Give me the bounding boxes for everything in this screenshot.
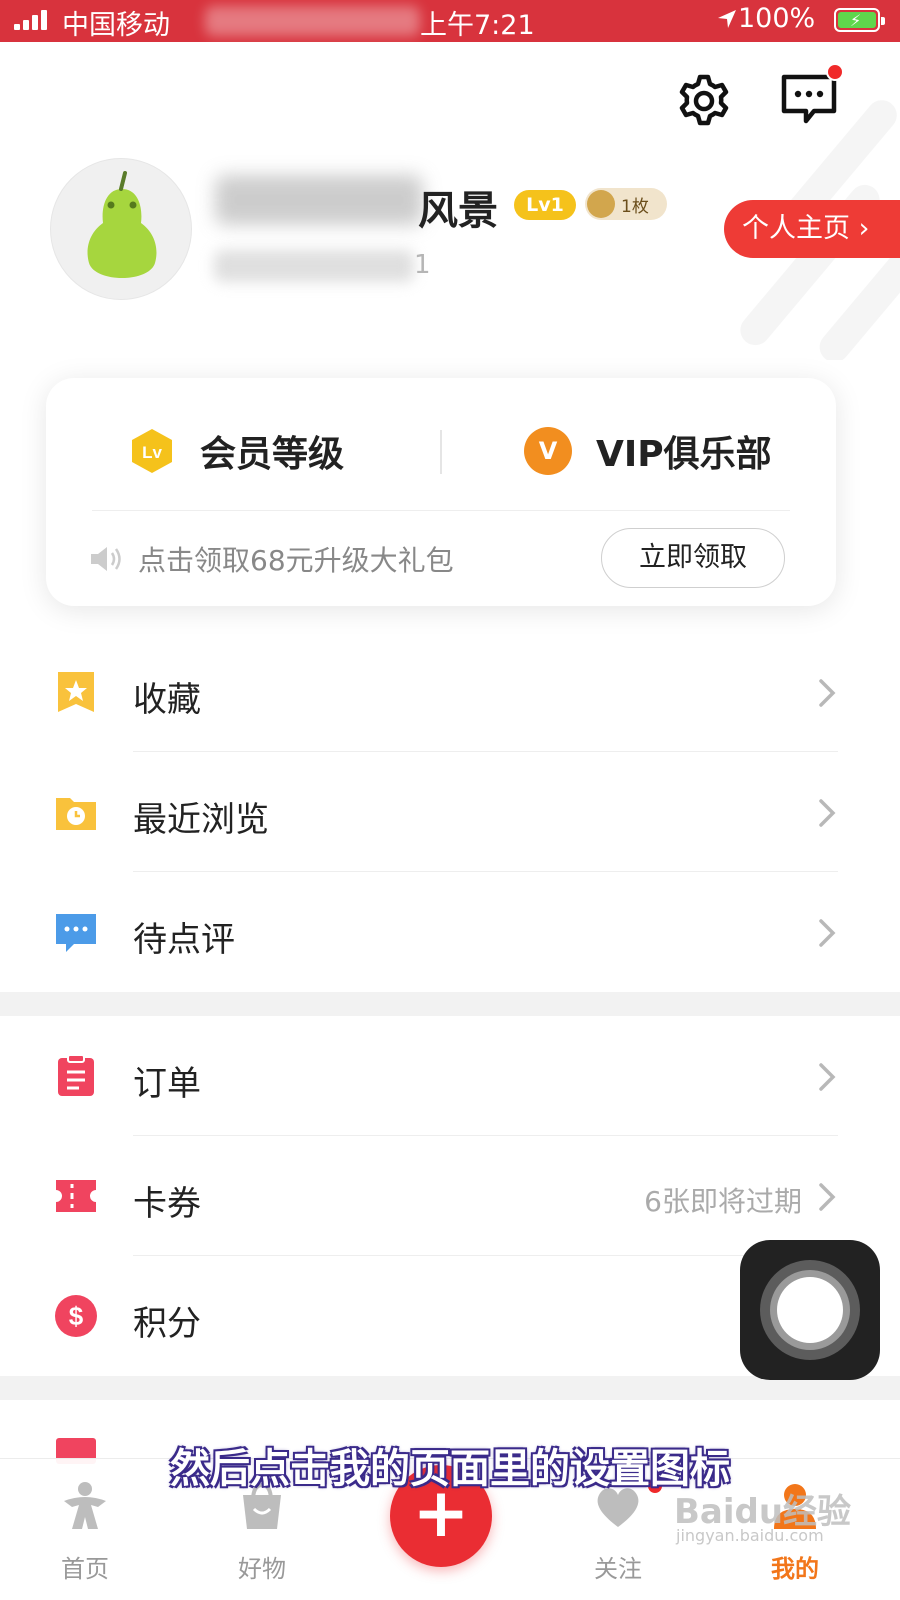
clock-folder-icon <box>56 798 96 830</box>
chevron-right-icon <box>819 1063 836 1091</box>
list-item-coupons[interactable]: 卡券 6张即将过期 <box>0 1136 900 1256</box>
battery-percent: 100% <box>738 3 816 34</box>
message-notification-dot <box>826 63 844 81</box>
list-item-label: 收藏 <box>133 680 201 720</box>
battery-icon: ⚡ <box>834 8 885 32</box>
ticket-icon <box>56 1180 96 1212</box>
svg-text:$: $ <box>69 1301 84 1331</box>
claim-now-button[interactable]: 立即领取 <box>601 528 785 588</box>
list-item-recent-views[interactable]: 最近浏览 <box>0 752 900 872</box>
list-item-label: 积分 <box>133 1304 201 1344</box>
blurred-username <box>215 175 423 225</box>
medal-badge[interactable]: 1枚 <box>585 188 667 220</box>
level-badge[interactable]: Lv1 <box>514 190 576 220</box>
tab-label: 好物 <box>238 1555 286 1583</box>
avatar[interactable] <box>50 158 192 300</box>
list-item-label: 待点评 <box>133 920 235 960</box>
card-divider <box>92 510 790 511</box>
member-card: Lv 会员等级 V VIP俱乐部 点击领取68元升级大礼包 立即领取 <box>46 378 836 606</box>
blurred-stats <box>214 250 414 282</box>
personal-homepage-button[interactable]: 个人主页 › <box>724 200 900 258</box>
chevron-right-icon <box>819 919 836 947</box>
card-divider-vertical <box>440 430 442 474</box>
chevron-right-icon <box>819 799 836 827</box>
coupon-expiry-note: 6张即将过期 <box>644 1185 802 1218</box>
level-hexagon-icon: Lv <box>132 429 172 473</box>
member-level-entry[interactable]: Lv 会员等级 <box>128 423 344 479</box>
tab-label: 首页 <box>61 1555 109 1583</box>
clipboard-icon <box>58 1054 94 1096</box>
video-subtitle: 然后点击我的页面里的设置图标 <box>170 1446 730 1492</box>
status-time: 上午7:21 <box>420 10 535 41</box>
speaker-icon <box>91 547 121 571</box>
vip-club-entry[interactable]: V VIP俱乐部 <box>524 423 772 479</box>
vip-club-label: VIP俱乐部 <box>596 434 772 475</box>
signal-icon <box>14 10 48 30</box>
location-arrow-icon <box>718 10 736 28</box>
carrier-name: 中国移动 <box>62 10 170 41</box>
list-item-label: 卡券 <box>133 1184 201 1224</box>
blurred-status-info <box>205 6 420 36</box>
medal-count: 1枚 <box>621 197 649 217</box>
settings-gear-icon[interactable] <box>675 72 733 130</box>
list-item-favorites[interactable]: 收藏 <box>0 632 900 752</box>
chevron-right-icon <box>819 679 836 707</box>
tab-label: 关注 <box>594 1555 642 1583</box>
username: 风景 <box>418 188 498 234</box>
level-icon-text: Lv <box>142 443 162 462</box>
chevron-right-icon: › <box>850 213 870 244</box>
list-item-label: 订单 <box>133 1064 201 1104</box>
pear-avatar-icon <box>87 171 157 278</box>
chat-bubble-icon <box>56 914 96 952</box>
list-item-label: 最近浏览 <box>133 800 269 840</box>
star-bookmark-icon <box>58 672 94 712</box>
promo-text: 点击领取68元升级大礼包 <box>138 544 454 577</box>
member-level-label: 会员等级 <box>200 434 345 475</box>
vip-coin-icon: V <box>524 427 572 475</box>
list-item-orders[interactable]: 订单 <box>0 1016 900 1136</box>
status-bar: 中国移动 上午7:21 100% ⚡ <box>0 0 900 42</box>
personal-homepage-label: 个人主页 <box>742 213 850 244</box>
assistive-touch-button[interactable] <box>740 1240 880 1380</box>
message-bubble-icon[interactable] <box>780 73 838 125</box>
follow-count: 1 <box>414 250 431 280</box>
dollar-coin-icon: $ <box>55 1295 97 1337</box>
baidu-watermark-url: jingyan.baidu.com <box>676 1526 824 1545</box>
chevron-right-icon <box>819 1183 836 1211</box>
medal-icon <box>587 190 615 218</box>
section-gap <box>0 992 900 1016</box>
tab-label: 我的 <box>771 1555 819 1583</box>
list-item-pending-reviews[interactable]: 待点评 <box>0 872 900 992</box>
